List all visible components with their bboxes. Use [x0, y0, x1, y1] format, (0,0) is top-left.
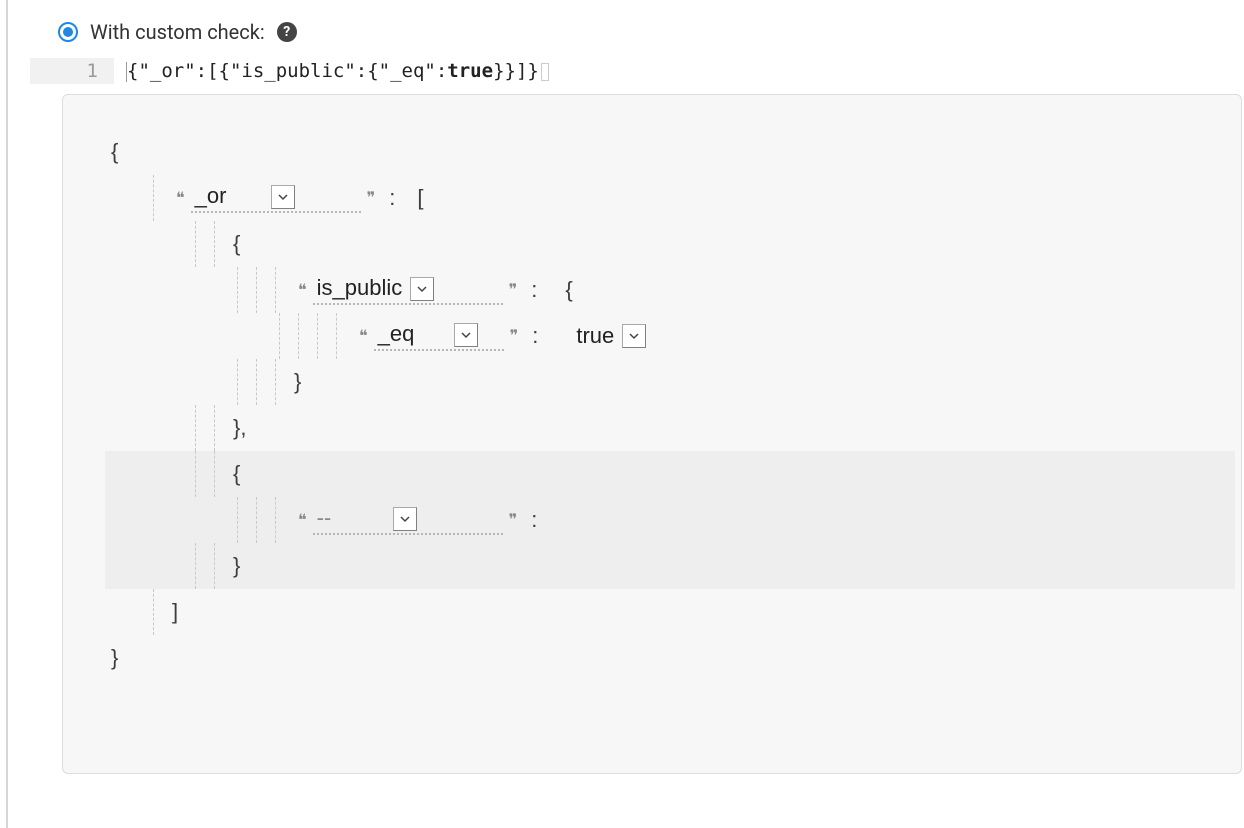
code-text: {"_or":[{"is_public":{"_eq": — [127, 60, 447, 82]
quote-icon: ❞ — [363, 188, 380, 208]
expression-builder: { ❝ _or ❞ : [ { ❝ is_public ❞ : { — [62, 94, 1242, 774]
quote-icon: ❝ — [294, 280, 311, 300]
colon: : — [521, 277, 547, 303]
code-line[interactable]: {"_or":[{"is_public":{"_eq":true}}]} — [114, 58, 1244, 84]
caret-box — [541, 63, 549, 81]
brace-open: { — [233, 231, 240, 257]
quote-icon: ❝ — [355, 326, 372, 346]
brace-open: { — [233, 461, 240, 487]
field-picker-eq[interactable]: _eq — [374, 321, 504, 351]
brace-close: } — [233, 553, 240, 579]
field-picker-empty[interactable]: -- — [313, 505, 503, 535]
brace-open: { — [565, 277, 572, 303]
field-value: _or — [191, 183, 271, 209]
colon: : — [522, 323, 548, 349]
brace-close-comma: }, — [233, 415, 246, 441]
field-value: is_public — [313, 275, 411, 301]
radio-selected[interactable] — [58, 22, 78, 42]
chevron-down-icon[interactable] — [393, 507, 417, 531]
chevron-down-icon[interactable] — [622, 324, 646, 348]
quote-icon: ❝ — [172, 188, 189, 208]
line-number: 1 — [30, 58, 114, 84]
chevron-down-icon[interactable] — [271, 185, 295, 209]
field-picker-ispublic[interactable]: is_public — [313, 275, 503, 305]
brace-close: } — [111, 635, 1241, 681]
value-picker-true[interactable]: true — [576, 323, 646, 349]
field-value: _eq — [374, 321, 454, 347]
bracket-open: [ — [417, 185, 423, 211]
colon: : — [521, 507, 547, 533]
brace-open: { — [111, 129, 1241, 175]
chevron-down-icon[interactable] — [410, 277, 434, 301]
bracket-close: ] — [172, 599, 178, 625]
value-text: true — [576, 323, 614, 349]
help-icon[interactable]: ? — [277, 22, 297, 42]
quote-icon: ❞ — [505, 510, 522, 530]
field-picker-or[interactable]: _or — [191, 183, 361, 213]
left-border — [6, 0, 8, 828]
code-keyword: true — [447, 60, 493, 82]
field-placeholder: -- — [313, 505, 393, 531]
json-editor[interactable]: 1 {"_or":[{"is_public":{"_eq":true}}]} — [30, 58, 1244, 84]
colon: : — [379, 185, 405, 211]
quote-icon: ❞ — [506, 326, 523, 346]
quote-icon: ❞ — [505, 280, 522, 300]
chevron-down-icon[interactable] — [454, 323, 478, 347]
radio-label: With custom check: — [90, 20, 265, 44]
code-text-2: }}]} — [493, 60, 539, 82]
custom-check-option[interactable]: With custom check: ? — [58, 20, 1244, 44]
brace-close: } — [294, 369, 301, 395]
quote-icon: ❝ — [294, 510, 311, 530]
